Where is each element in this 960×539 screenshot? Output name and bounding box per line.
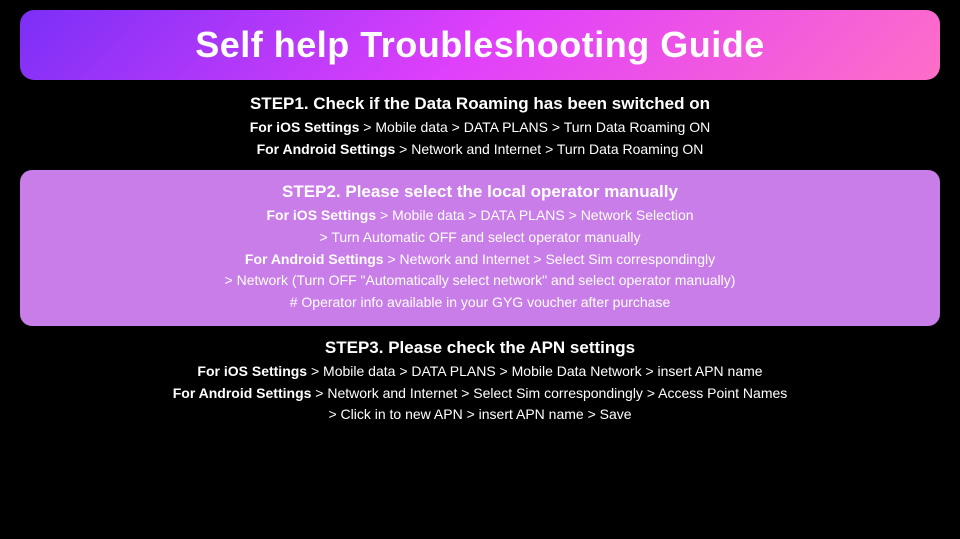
step2-ios-line1: For iOS Settings > Mobile data > DATA PL… bbox=[38, 205, 922, 227]
step2-android-text: > Network and Internet > Select Sim corr… bbox=[384, 251, 716, 267]
step2-heading: STEP2. Please select the local operator … bbox=[38, 182, 922, 202]
step1-android-label: For Android Settings bbox=[257, 141, 396, 157]
step3-ios-text: > Mobile data > DATA PLANS > Mobile Data… bbox=[307, 363, 762, 379]
step1-android-line: For Android Settings > Network and Inter… bbox=[20, 139, 940, 161]
step3-android-line1: For Android Settings > Network and Inter… bbox=[20, 383, 940, 405]
step2-android-line2: > Network (Turn OFF "Automatically selec… bbox=[38, 270, 922, 292]
step1-ios-text: > Mobile data > DATA PLANS > Turn Data R… bbox=[359, 119, 710, 135]
page-title: Self help Troubleshooting Guide bbox=[195, 24, 765, 65]
step1-ios-label: For iOS Settings bbox=[250, 119, 360, 135]
step3-android-line2: > Click in to new APN > insert APN name … bbox=[20, 404, 940, 426]
step2-android-label: For Android Settings bbox=[245, 251, 384, 267]
step3-android-label: For Android Settings bbox=[173, 385, 312, 401]
step1-ios-line: For iOS Settings > Mobile data > DATA PL… bbox=[20, 117, 940, 139]
step1-section: STEP1. Check if the Data Roaming has bee… bbox=[20, 94, 940, 160]
step3-section: STEP3. Please check the APN settings For… bbox=[20, 338, 940, 426]
step2-ios-label: For iOS Settings bbox=[266, 207, 376, 223]
step2-section: STEP2. Please select the local operator … bbox=[20, 170, 940, 325]
step1-android-text: > Network and Internet > Turn Data Roami… bbox=[395, 141, 703, 157]
step3-android-text: > Network and Internet > Select Sim corr… bbox=[311, 385, 787, 401]
step2-ios-text: > Mobile data > DATA PLANS > Network Sel… bbox=[376, 207, 693, 223]
step2-ios-line2: > Turn Automatic OFF and select operator… bbox=[38, 227, 922, 249]
step3-heading: STEP3. Please check the APN settings bbox=[20, 338, 940, 358]
step3-ios-label: For iOS Settings bbox=[197, 363, 307, 379]
step1-heading: STEP1. Check if the Data Roaming has bee… bbox=[20, 94, 940, 114]
step3-ios-line: For iOS Settings > Mobile data > DATA PL… bbox=[20, 361, 940, 383]
step2-android-line1: For Android Settings > Network and Inter… bbox=[38, 249, 922, 271]
title-banner: Self help Troubleshooting Guide bbox=[20, 10, 940, 80]
step2-note: # Operator info available in your GYG vo… bbox=[38, 292, 922, 314]
